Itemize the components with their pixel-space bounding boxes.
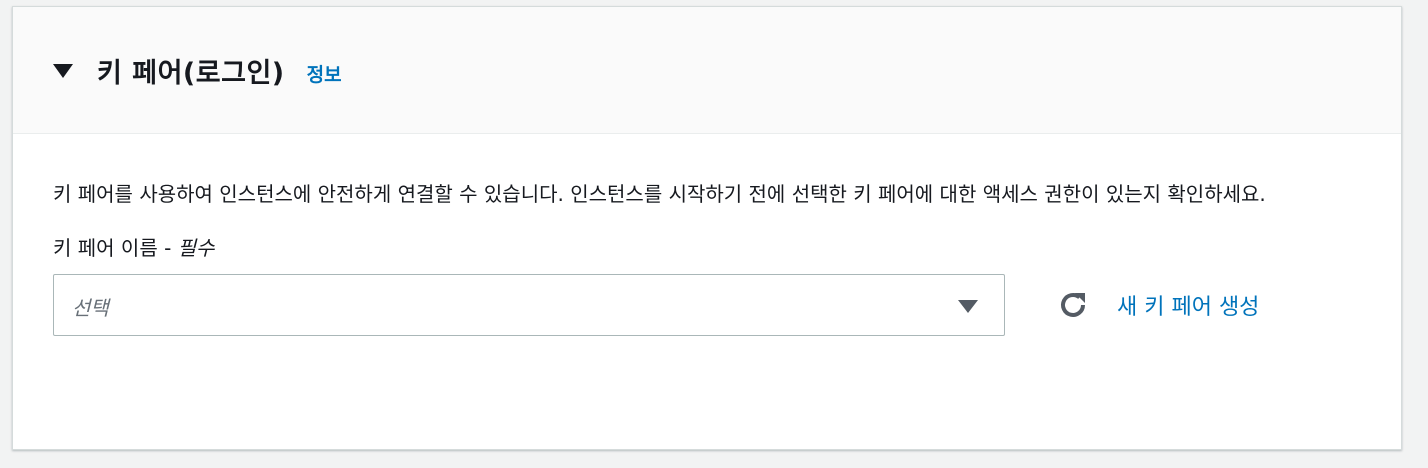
select-placeholder: 선택 [72,296,109,320]
section-description: 키 페어를 사용하여 인스턴스에 안전하게 연결할 수 있습니다. 인스턴스를 … [53,182,1266,206]
refresh-button[interactable] [1055,287,1091,323]
key-pair-section-header[interactable]: 키 페어(로그인) 정보 [13,7,1401,134]
refresh-icon [1061,293,1085,317]
field-label-text: 키 페어 이름 - [53,236,178,260]
key-pair-select[interactable]: 선택 [53,274,1005,336]
panel-body: 키 페어를 사용하여 인스턴스에 안전하게 연결할 수 있습니다. 인스턴스를 … [13,134,1401,336]
section-title: 키 페어(로그인) [97,57,285,89]
create-key-pair-link[interactable]: 새 키 페어 생성 [1117,289,1259,321]
caret-down-icon[interactable] [53,64,73,78]
info-link[interactable]: 정보 [307,60,342,87]
required-indicator: 필수 [177,236,215,260]
key-pair-name-label: 키 페어 이름 - 필수 [53,236,1361,260]
key-pair-field-row: 선택 새 키 페어 생성 [53,274,1361,336]
dropdown-arrow-icon [958,300,978,313]
key-pair-panel: 키 페어(로그인) 정보 키 페어를 사용하여 인스턴스에 안전하게 연결할 수… [12,6,1402,450]
